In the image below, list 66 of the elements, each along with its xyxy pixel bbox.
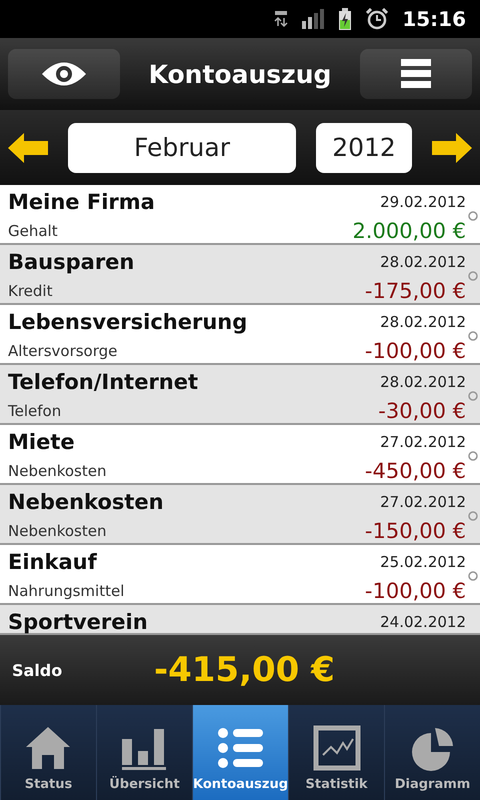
transaction-amount: 2.000,00 € (352, 219, 466, 243)
transaction-amount: -100,00 € (364, 339, 466, 363)
signal-icon (302, 9, 324, 29)
category-label: Telefon (8, 402, 62, 420)
transaction-date: 28.02.2012 (380, 313, 466, 331)
transaction-row[interactable]: Nebenkosten 27.02.2012 Nebenkosten -150,00 € (0, 485, 480, 545)
payee-name: Telefon/Internet (8, 370, 200, 394)
view-button[interactable] (8, 49, 120, 99)
ring-icon (467, 390, 479, 402)
ring-icon (467, 210, 479, 222)
payee-name: Lebensversicherung (8, 310, 248, 334)
previous-button[interactable] (8, 132, 48, 162)
nav-tab[interactable]: Kontoauszug (192, 705, 288, 800)
transaction-row[interactable]: Bausparen 28.02.2012 Kredit -175,00 € (0, 245, 480, 305)
balance-amount: -415,00 € (154, 650, 335, 690)
category-label: Gehalt (8, 222, 59, 240)
battery-icon (338, 8, 352, 30)
transaction-amount: -100,00 € (364, 579, 466, 603)
line-chart-icon (312, 725, 361, 771)
alarm-icon (366, 8, 388, 30)
nav-tab[interactable]: Übersicht (96, 705, 192, 800)
next-button[interactable] (432, 132, 472, 162)
payee-name: Miete (8, 430, 76, 454)
payee-name: Nebenkosten (8, 490, 165, 514)
menu-icon (400, 59, 431, 89)
transaction-amount: -30,00 € (378, 399, 466, 423)
mobile-data-icon (274, 10, 288, 28)
transaction-date: 27.02.2012 (380, 433, 466, 451)
transaction-date: 28.02.2012 (380, 253, 466, 271)
list-icon (216, 725, 264, 771)
transaction-amount: -150,00 € (364, 519, 466, 543)
category-label: Altersvorsorge (8, 342, 118, 360)
screen-title: Kontoauszug (148, 60, 332, 88)
month-field[interactable]: Februar (68, 122, 296, 172)
payee-name: Sportverein (8, 610, 149, 634)
nav-tab[interactable]: Diagramm (384, 705, 480, 800)
payee-name: Einkauf (8, 550, 98, 574)
category-label: Kredit (8, 282, 54, 300)
transaction-row[interactable]: Telefon/Internet 28.02.2012 Telefon -30,00 € (0, 365, 480, 425)
left-arrow-icon (8, 132, 48, 162)
transaction-row[interactable]: Sportverein 24.02.2012 (0, 605, 480, 635)
balance-label: Saldo (12, 660, 64, 680)
nav-tab[interactable]: Status (0, 705, 96, 800)
category-label: Nahrungsmittel (8, 582, 126, 600)
transaction-date: 27.02.2012 (380, 493, 466, 511)
status-time: 15:16 (402, 7, 466, 31)
category-label: Nebenkosten (8, 522, 108, 540)
category-label: Nebenkosten (8, 462, 108, 480)
transaction-date: 24.02.2012 (380, 613, 466, 631)
nav-tab[interactable]: Statistik (288, 705, 384, 800)
payee-name: Meine Firma (8, 190, 156, 214)
transaction-date: 25.02.2012 (380, 553, 466, 571)
transaction-date: 28.02.2012 (380, 373, 466, 391)
ring-icon (467, 450, 479, 462)
ring-icon (467, 330, 479, 342)
transaction-amount: -450,00 € (364, 459, 466, 483)
ring-icon (467, 270, 479, 282)
ring-icon (467, 510, 479, 522)
transaction-date: 29.02.2012 (380, 193, 466, 211)
transaction-amount: -175,00 € (364, 279, 466, 303)
payee-name: Bausparen (8, 250, 136, 274)
ring-icon (467, 570, 479, 582)
year-field[interactable]: 2012 (316, 122, 412, 172)
right-arrow-icon (432, 132, 472, 162)
menu-button[interactable] (360, 49, 472, 99)
home-icon (24, 725, 72, 771)
